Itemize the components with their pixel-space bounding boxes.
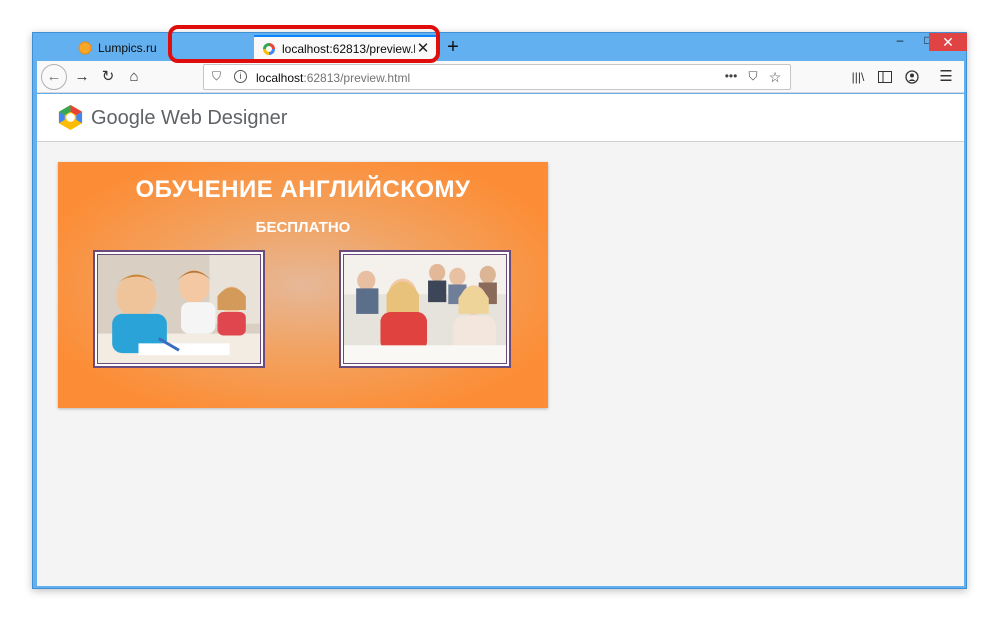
home-icon[interactable]: ⌂ [123,66,145,88]
library-icon[interactable]: |||\ [847,66,869,88]
shield-icon[interactable]: ⛉ [212,69,221,84]
adults-classroom-photo [339,250,511,368]
children-studying-photo [93,250,265,368]
plus-icon[interactable]: + [442,37,464,59]
banner-title: ОБУЧЕНИЕ АНГЛИЙСКОМУ [135,176,471,203]
address-bar[interactable]: ⛉ i localhost:62813/preview.html ••• ⛉ ☆ [203,64,791,90]
account-icon[interactable] [901,66,923,88]
banner-subtitle: БЕСПЛАТНО [255,219,351,236]
info-icon[interactable]: i [234,70,247,83]
gwd-header: Google Web Designer [37,94,964,142]
sidebar-icon[interactable] [874,66,896,88]
navigation-toolbar: ← → ↻ ⌂ ⛉ i localhost:62813/preview.html… [37,61,964,93]
orange-circle-icon [78,41,92,55]
page-content: Google Web Designer ОБУЧЕНИЕ АНГЛИЙСКОМУ… [37,94,964,586]
reload-icon[interactable]: ↻ [97,66,119,88]
forward-arrow-icon[interactable]: → [71,66,93,88]
close-window-button[interactable]: ✕ [929,33,967,51]
browser-window: Lumpics.ru ✕ localhost:62813/preview.htm… [32,32,967,589]
url-highlight-annotation [168,25,440,63]
url-text[interactable]: localhost:62813/preview.html [256,71,410,85]
menu-icon[interactable]: ☰ [935,66,957,88]
pocket-icon[interactable]: ⛉ [744,69,762,87]
back-arrow-icon[interactable]: ← [41,64,67,90]
ad-banner[interactable]: ОБУЧЕНИЕ АНГЛИЙСКОМУ БЕСПЛАТНО [58,162,548,408]
more-icon[interactable]: ••• [722,69,740,87]
google-web-designer-logo-icon [58,104,83,131]
minimize-button[interactable]: – [886,33,914,51]
brand-title: Google Web Designer [91,107,288,129]
bookmark-star-icon[interactable]: ☆ [766,69,784,87]
